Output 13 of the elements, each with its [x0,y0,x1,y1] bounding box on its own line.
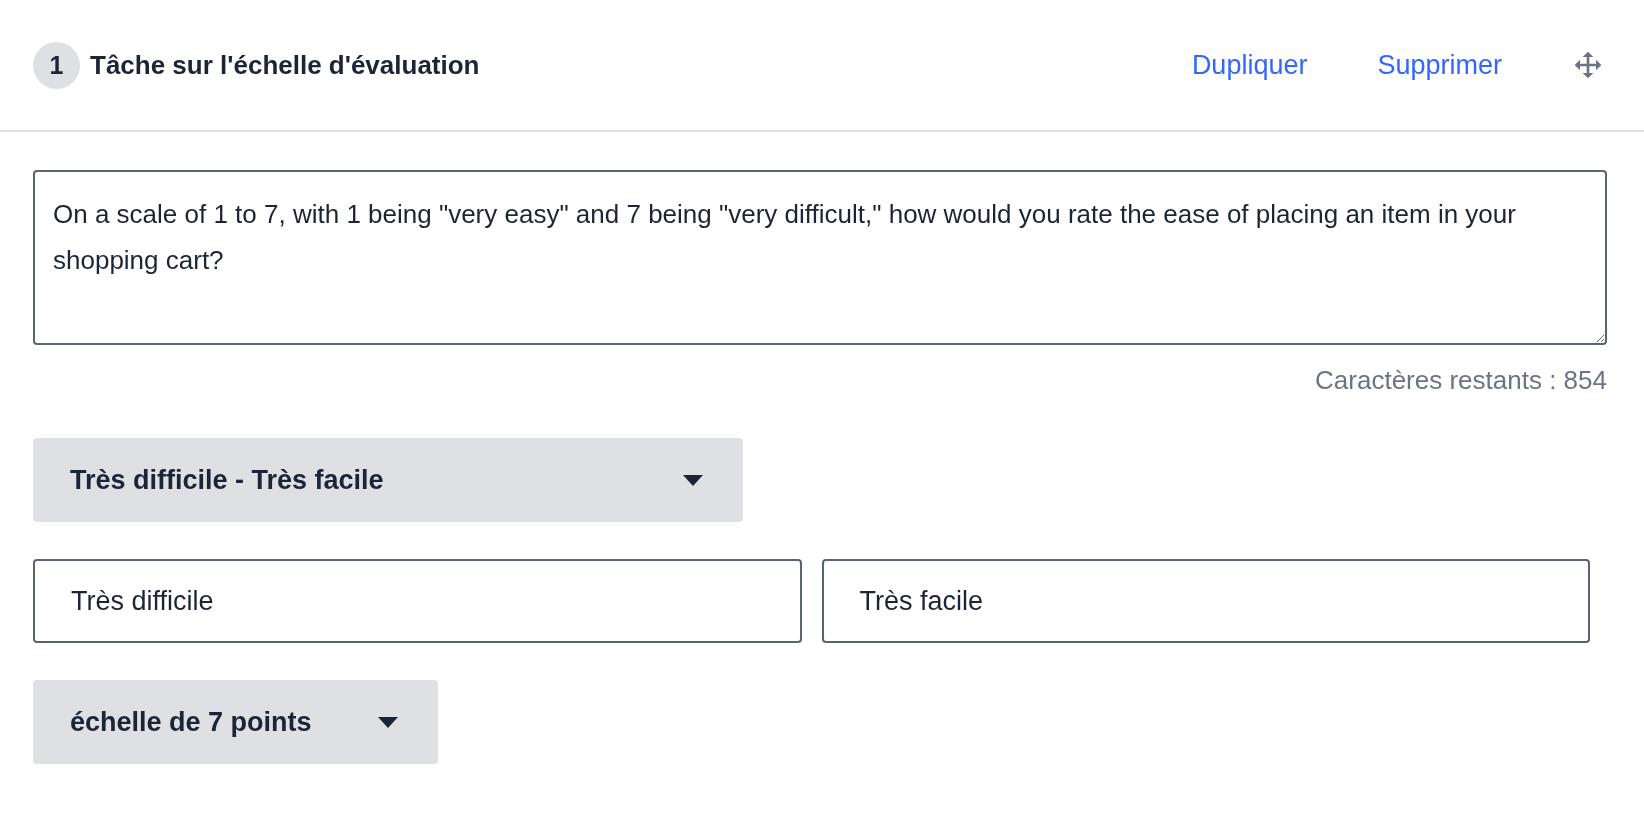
caret-icon [378,716,398,728]
label-field[interactable]: Très difficile [33,559,802,643]
action-link[interactable]: Supprimer [1377,49,1502,81]
step-number: 1 [33,41,80,89]
task-title: Tâche sur l'échelle d'évaluation [90,49,480,81]
label-field[interactable]: Très facile [821,559,1590,643]
move-icon[interactable] [1572,49,1604,81]
characters-remaining: Caractères restants : 854 [1315,365,1607,396]
points-dropdown[interactable]: échelle de 7 points [33,680,438,764]
scale-type-dropdown[interactable]: Très difficile - Très facile [33,438,743,522]
action-link[interactable]: Dupliquer [1191,49,1308,81]
caret-icon [683,474,703,486]
question-field[interactable]: On a scale of 1 to 7, with 1 being "very easy" and 7 being "very difficult," how would you rate the ease of placing an item in your shopping cart? [33,170,1607,345]
